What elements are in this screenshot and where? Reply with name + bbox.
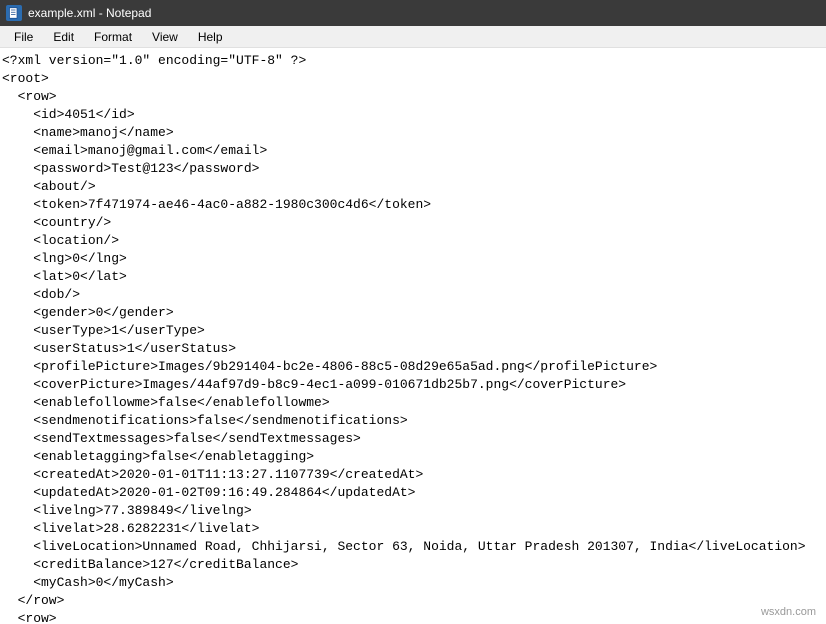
notepad-icon: [6, 5, 22, 21]
menubar: File Edit Format View Help: [0, 26, 826, 48]
titlebar[interactable]: example.xml - Notepad: [0, 0, 826, 26]
menu-file[interactable]: File: [4, 28, 43, 46]
menu-format[interactable]: Format: [84, 28, 142, 46]
watermark: wsxdn.com: [761, 606, 816, 618]
window-title: example.xml - Notepad: [28, 6, 151, 20]
menu-help[interactable]: Help: [188, 28, 233, 46]
text-editor[interactable]: <?xml version="1.0" encoding="UTF-8" ?> …: [0, 48, 826, 624]
menu-view[interactable]: View: [142, 28, 188, 46]
menu-edit[interactable]: Edit: [43, 28, 84, 46]
